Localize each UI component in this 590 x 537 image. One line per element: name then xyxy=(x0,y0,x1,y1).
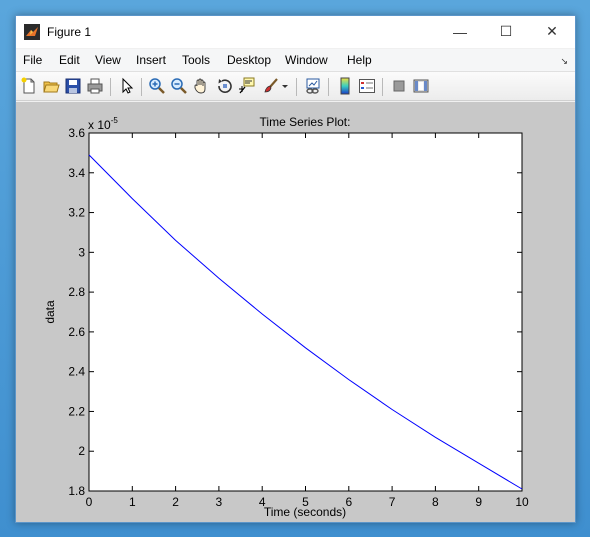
y-tick-label: 2.2 xyxy=(68,404,85,418)
y-tick-label: 3.2 xyxy=(68,206,85,220)
menu-file[interactable]: File xyxy=(23,53,42,67)
menu-bar: File Edit View Insert Tools Desktop Wind… xyxy=(16,49,575,71)
menu-insert[interactable]: Insert xyxy=(136,53,166,67)
y-axis-label: data xyxy=(43,300,57,324)
zoom-in-icon[interactable] xyxy=(148,77,166,95)
hide-plot-tools-icon[interactable] xyxy=(390,77,408,95)
minimize-button[interactable]: — xyxy=(437,16,483,47)
exponent-power: -5 xyxy=(111,116,119,125)
x-tick-label: 8 xyxy=(432,495,439,509)
x-tick-label: 7 xyxy=(389,495,396,509)
x-tick-label: 6 xyxy=(345,495,352,509)
menu-tools[interactable]: Tools xyxy=(182,53,210,67)
legend-icon[interactable] xyxy=(358,77,376,95)
brush-icon[interactable] xyxy=(262,77,280,95)
y-axis-exponent: x 10-5 xyxy=(88,116,118,132)
toolbar-separator xyxy=(328,78,329,96)
dock-arrow-icon[interactable]: ↘ xyxy=(560,56,568,67)
figure-window: Figure 1 — ☐ ✕ File Edit View Insert Too… xyxy=(15,15,576,523)
open-file-icon[interactable] xyxy=(42,77,60,95)
figure-toolbar xyxy=(16,71,575,101)
print-icon[interactable] xyxy=(86,77,104,95)
y-tick-label: 2.6 xyxy=(68,325,85,339)
y-tick-label: 2 xyxy=(78,444,85,458)
maximize-icon: ☐ xyxy=(499,23,513,39)
y-tick-label: 2.4 xyxy=(68,365,85,379)
maximize-button[interactable]: ☐ xyxy=(483,16,529,47)
zoom-out-icon[interactable] xyxy=(170,77,188,95)
plot-area[interactable] xyxy=(88,132,523,492)
y-tick-label: 2.8 xyxy=(68,285,85,299)
x-tick-label: 0 xyxy=(86,495,93,509)
x-tick-label: 1 xyxy=(129,495,136,509)
x-tick-label: 2 xyxy=(172,495,179,509)
save-icon[interactable] xyxy=(64,77,82,95)
figure-canvas: 1.8 2 2.2 2.4 2.6 2.8 3 3.2 3.4 3.6 0 1 2 3 4 5 6 7 8 9 10 … xyxy=(16,102,575,522)
minimize-icon: — xyxy=(453,23,467,40)
y-tick-label: 3 xyxy=(78,245,85,259)
show-plot-tools-icon[interactable] xyxy=(412,77,430,95)
toolbar-separator xyxy=(110,78,111,96)
x-tick-label: 9 xyxy=(475,495,482,509)
new-figure-icon[interactable] xyxy=(20,77,38,95)
chart-title: Time Series Plot: xyxy=(260,115,351,129)
colorbar-icon[interactable] xyxy=(336,77,354,95)
menu-help[interactable]: Help xyxy=(347,53,372,67)
time-series-chart[interactable]: 1.822.22.42.62.833.23.43.6 0 1 2 3 4 5 6 7 8 9 10 … xyxy=(16,102,575,522)
y-tick-label: 1.8 xyxy=(68,484,85,498)
pan-hand-icon[interactable] xyxy=(192,77,210,95)
toolbar-separator xyxy=(382,78,383,96)
window-title: Figure 1 xyxy=(47,25,92,39)
menu-edit[interactable]: Edit xyxy=(59,53,80,67)
toolbar-separator xyxy=(141,78,142,96)
title-bar[interactable]: Figure 1 — ☐ ✕ xyxy=(16,16,575,48)
edit-plot-arrow-icon[interactable] xyxy=(118,77,136,95)
menu-window[interactable]: Window xyxy=(285,53,328,67)
menu-view[interactable]: View xyxy=(95,53,121,67)
x-tick-label: 3 xyxy=(216,495,223,509)
close-icon: ✕ xyxy=(546,23,558,39)
close-button[interactable]: ✕ xyxy=(529,16,575,47)
menu-desktop[interactable]: Desktop xyxy=(227,53,271,67)
data-cursor-icon[interactable] xyxy=(238,77,256,95)
rotate-3d-icon[interactable] xyxy=(216,77,234,95)
brush-dropdown-icon[interactable] xyxy=(280,77,290,95)
y-tick-label: 3.6 xyxy=(68,126,85,140)
x-axis-label: Time (seconds) xyxy=(264,505,346,519)
exponent-base: x 10 xyxy=(88,118,111,132)
matlab-logo-icon xyxy=(24,24,40,40)
link-plot-icon[interactable] xyxy=(304,77,322,95)
y-tick-label: 3.4 xyxy=(68,166,85,180)
toolbar-separator xyxy=(296,78,297,96)
x-tick-label: 10 xyxy=(515,495,529,509)
